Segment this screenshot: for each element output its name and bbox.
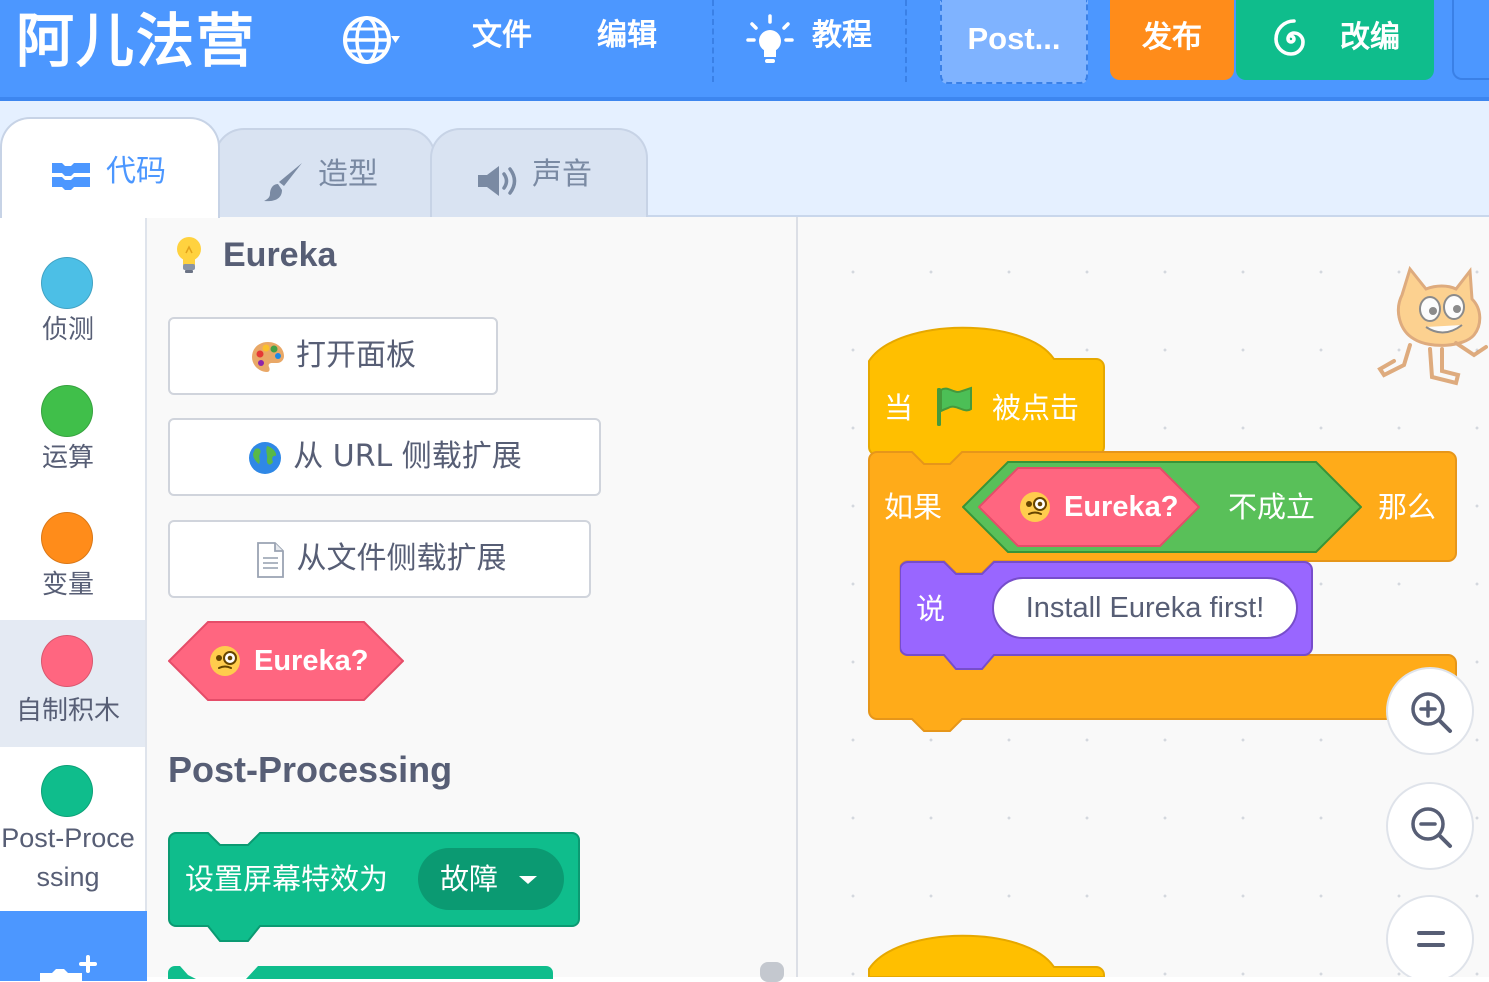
file-icon bbox=[256, 541, 284, 578]
zoom-reset-button[interactable] bbox=[1386, 895, 1474, 977]
chevron-down-icon bbox=[519, 876, 537, 884]
remix-button[interactable]: 改编 bbox=[1236, 0, 1434, 80]
when-flag-clicked-block[interactable]: 当 被点击 bbox=[868, 325, 1106, 467]
monocle-face-icon bbox=[210, 646, 240, 676]
tab-costumes-label: 造型 bbox=[318, 157, 378, 192]
open-panel-button[interactable]: 打开面板 bbox=[168, 317, 498, 395]
category-variables[interactable]: 变量 bbox=[0, 502, 145, 629]
eureka-block-label: Eureka? bbox=[1064, 491, 1179, 523]
say-text-input[interactable]: Install Eureka first! bbox=[992, 577, 1298, 639]
menu-bar: 阿儿法营 文件 编辑 教程 Post... 发布 改编 bbox=[0, 0, 1489, 101]
add-extension-icon bbox=[40, 955, 97, 981]
category-label: 侦测 bbox=[41, 315, 94, 345]
when-label: 当 bbox=[884, 391, 914, 425]
load-from-file-label: 从文件侧载扩展 bbox=[296, 541, 507, 576]
effect-dropdown[interactable]: 故障 bbox=[418, 848, 564, 910]
if-label: 如果 bbox=[884, 490, 943, 524]
bulb-icon[interactable] bbox=[746, 14, 794, 66]
publish-button[interactable]: 发布 bbox=[1110, 0, 1234, 80]
tab-code[interactable]: 代码 bbox=[0, 117, 220, 218]
tab-code-label: 代码 bbox=[106, 154, 166, 189]
scratch-cat-sprite bbox=[1377, 265, 1488, 386]
category-dot bbox=[41, 512, 93, 564]
menu-divider bbox=[905, 0, 907, 82]
not-true-label: 不成立 bbox=[1228, 490, 1316, 524]
load-from-file-button[interactable]: 从文件侧载扩展 bbox=[168, 520, 591, 598]
category-my-blocks[interactable]: 自制积木 bbox=[0, 620, 145, 747]
eureka-section-title: Eureka bbox=[223, 236, 337, 274]
editor-tabs: 代码 造型 声音 bbox=[0, 101, 1489, 218]
clicked-label: 被点击 bbox=[992, 391, 1080, 425]
menu-tutorials[interactable]: 教程 bbox=[812, 16, 872, 56]
zoom-out-button[interactable] bbox=[1386, 782, 1474, 870]
category-operators[interactable]: 运算 bbox=[0, 375, 145, 502]
spiral-icon bbox=[1274, 19, 1305, 56]
second-script-hat-block[interactable] bbox=[868, 933, 1108, 977]
category-dot bbox=[41, 385, 93, 437]
load-from-url-button[interactable]: 从 URL 侧载扩展 bbox=[168, 418, 601, 496]
monocle-face-icon bbox=[1020, 492, 1050, 522]
say-label: 说 bbox=[916, 592, 946, 626]
category-label: Post-Processing bbox=[1, 823, 135, 892]
palette-scrollbar[interactable] bbox=[760, 962, 784, 982]
zoom-reset-icon bbox=[1417, 931, 1445, 947]
category-menu: 侦测 运算 变量 自制积木 Post-Processing bbox=[0, 217, 147, 981]
block-palette: Eureka 打开面板 从 URL 侧载扩展 从文件侧载扩展 Eureka? P… bbox=[147, 217, 798, 982]
script-workspace[interactable]: 当 被点击 如果 Eureka? 不成立 那么 说 Install Eureka… bbox=[798, 217, 1489, 977]
tab-costumes[interactable]: 造型 bbox=[214, 128, 436, 217]
site-logo[interactable]: 阿儿法营 bbox=[16, 6, 256, 76]
project-title-field[interactable]: Post... bbox=[940, 0, 1088, 84]
category-sensing[interactable]: 侦测 bbox=[0, 247, 145, 374]
category-dot bbox=[41, 635, 93, 687]
menu-divider bbox=[712, 0, 714, 82]
green-flag-icon bbox=[937, 386, 972, 426]
load-from-url-label: 从 URL 侧载扩展 bbox=[293, 439, 522, 474]
category-label: 运算 bbox=[41, 443, 94, 473]
post-processing-section-title: Post-Processing bbox=[168, 749, 453, 790]
zoom-in-button[interactable] bbox=[1386, 667, 1474, 755]
eureka-block-label: Eureka? bbox=[254, 645, 369, 677]
palette-icon bbox=[252, 341, 284, 372]
tab-sounds[interactable]: 声音 bbox=[430, 128, 648, 217]
eureka-boolean-block[interactable]: Eureka? bbox=[978, 467, 1200, 547]
open-panel-label: 打开面板 bbox=[296, 338, 416, 373]
tab-sounds-label: 声音 bbox=[532, 157, 592, 192]
set-screen-effect-block[interactable]: 设置屏幕特效为 故障 bbox=[168, 832, 580, 944]
account-menu[interactable] bbox=[1452, 0, 1489, 80]
earth-icon bbox=[249, 441, 282, 474]
set-effect-label: 设置屏幕特效为 bbox=[185, 862, 389, 896]
globe-icon[interactable] bbox=[341, 15, 401, 65]
not-operator-block[interactable]: Eureka? 不成立 bbox=[962, 461, 1362, 553]
eureka-boolean-block[interactable]: Eureka? bbox=[168, 621, 404, 701]
zoom-out-icon bbox=[1411, 807, 1452, 848]
brush-icon bbox=[264, 163, 302, 202]
add-extension-button[interactable] bbox=[0, 911, 147, 981]
bulb-icon bbox=[177, 237, 201, 273]
menu-file[interactable]: 文件 bbox=[472, 16, 532, 56]
remix-label: 改编 bbox=[1340, 20, 1400, 55]
category-post-processing[interactable]: Post-Processing bbox=[0, 755, 145, 905]
speaker-icon bbox=[478, 166, 517, 196]
menu-edit[interactable]: 编辑 bbox=[597, 16, 657, 56]
category-dot bbox=[41, 765, 93, 817]
zoom-in-icon bbox=[1411, 692, 1452, 733]
say-block[interactable]: 说 Install Eureka first! bbox=[900, 561, 1314, 673]
code-icon bbox=[52, 163, 90, 190]
effect-dropdown-value: 故障 bbox=[440, 862, 499, 896]
category-dot bbox=[41, 257, 93, 309]
category-label: 变量 bbox=[41, 570, 94, 600]
then-label: 那么 bbox=[1378, 490, 1437, 524]
category-label: 自制积木 bbox=[15, 696, 120, 726]
